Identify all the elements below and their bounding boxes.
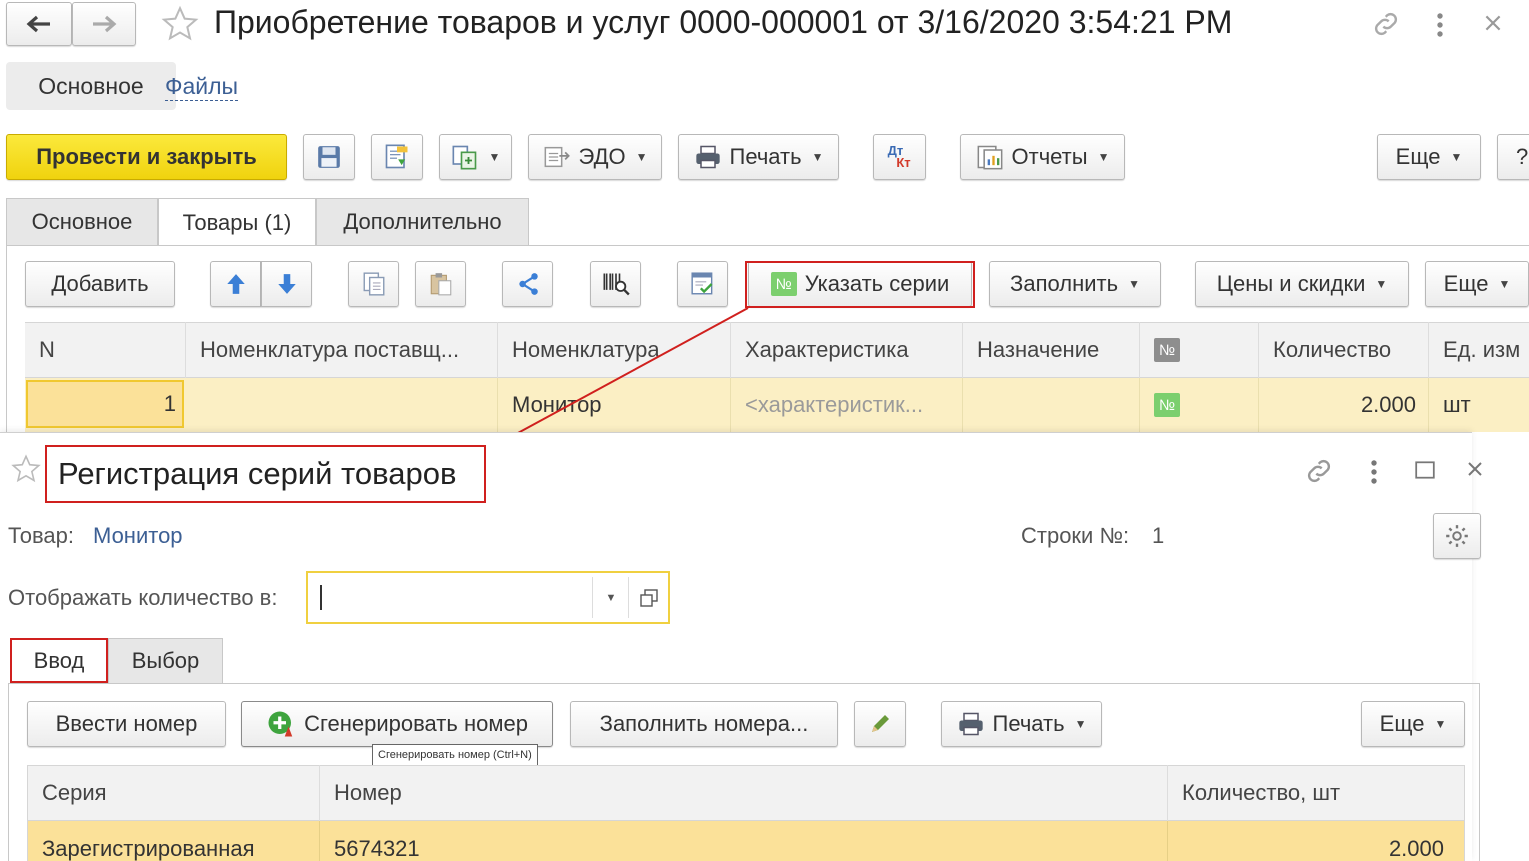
column-header-number[interactable]: Номер	[320, 765, 1168, 821]
column-header-series[interactable]: Серия	[28, 765, 320, 821]
tooltip: Сгенерировать номер (Ctrl+N)	[372, 744, 538, 766]
more-vertical-icon[interactable]	[1364, 457, 1384, 487]
series-more-button[interactable]: Еще ▼	[1361, 701, 1465, 747]
favorite-star-icon[interactable]	[10, 453, 42, 485]
product-link[interactable]: Монитор	[93, 523, 183, 549]
field-divider	[592, 577, 593, 618]
rows-label: Строки №:	[1021, 523, 1130, 548]
open-form-icon[interactable]	[630, 573, 668, 622]
edit-button[interactable]	[854, 701, 906, 747]
table-row[interactable]: Зарегистрированная 5674321 2.000	[28, 821, 1464, 861]
series-more-label: Еще	[1379, 711, 1425, 736]
generate-number-button[interactable]: Сгенерировать номер	[241, 701, 553, 747]
generate-number-label: Сгенерировать номер	[304, 711, 528, 736]
series-print-button[interactable]: Печать ▼	[941, 701, 1102, 747]
product-label: Товар:	[8, 523, 74, 548]
cell-quantity[interactable]: 2.000	[1168, 821, 1464, 861]
fill-numbers-button[interactable]: Заполнить номера...	[570, 701, 838, 747]
dropdown-arrow-icon[interactable]: ▼	[594, 573, 628, 622]
close-icon[interactable]	[1465, 459, 1485, 479]
display-quantity-field[interactable]: ▼	[306, 571, 670, 624]
series-print-label: Печать	[992, 711, 1065, 736]
maximize-icon[interactable]	[1414, 459, 1436, 481]
dropdown-caret-icon: ▼	[1434, 717, 1447, 731]
settings-button[interactable]	[1433, 513, 1481, 559]
series-table: Серия Номер Количество, шт Зарегистриров…	[27, 765, 1465, 861]
gear-icon	[1444, 523, 1470, 549]
link-icon[interactable]	[1303, 455, 1335, 487]
tab-selection-label: Выбор	[131, 648, 200, 673]
pencil-icon	[868, 712, 892, 736]
rows-value: 1	[1152, 523, 1165, 548]
text-cursor	[320, 585, 322, 610]
tab-input-label: Ввод	[33, 647, 85, 673]
dropdown-caret-icon: ▼	[1074, 717, 1087, 731]
column-header-quantity[interactable]: Количество, шт	[1168, 765, 1464, 821]
printer-icon	[957, 711, 985, 737]
enter-number-button[interactable]: Ввести номер	[27, 701, 226, 747]
cell-series[interactable]: Зарегистрированная	[28, 821, 320, 861]
series-registration-window: Регистрация серий товаров Товар: Монитор…	[0, 432, 1482, 861]
display-quantity-label: Отображать количество в:	[8, 585, 278, 610]
enter-number-label: Ввести номер	[55, 711, 198, 736]
series-window-title: Регистрация серий товаров	[45, 445, 486, 503]
field-divider	[628, 577, 629, 618]
fill-numbers-label: Заполнить номера...	[599, 711, 809, 736]
tab-input[interactable]: Ввод	[10, 638, 108, 683]
tab-selection[interactable]: Выбор	[108, 638, 223, 683]
display-quantity-input[interactable]	[324, 581, 584, 613]
cell-number[interactable]: 5674321	[320, 821, 1168, 861]
series-window-title-text: Регистрация серий товаров	[58, 456, 457, 491]
generate-plus-icon	[266, 709, 296, 739]
